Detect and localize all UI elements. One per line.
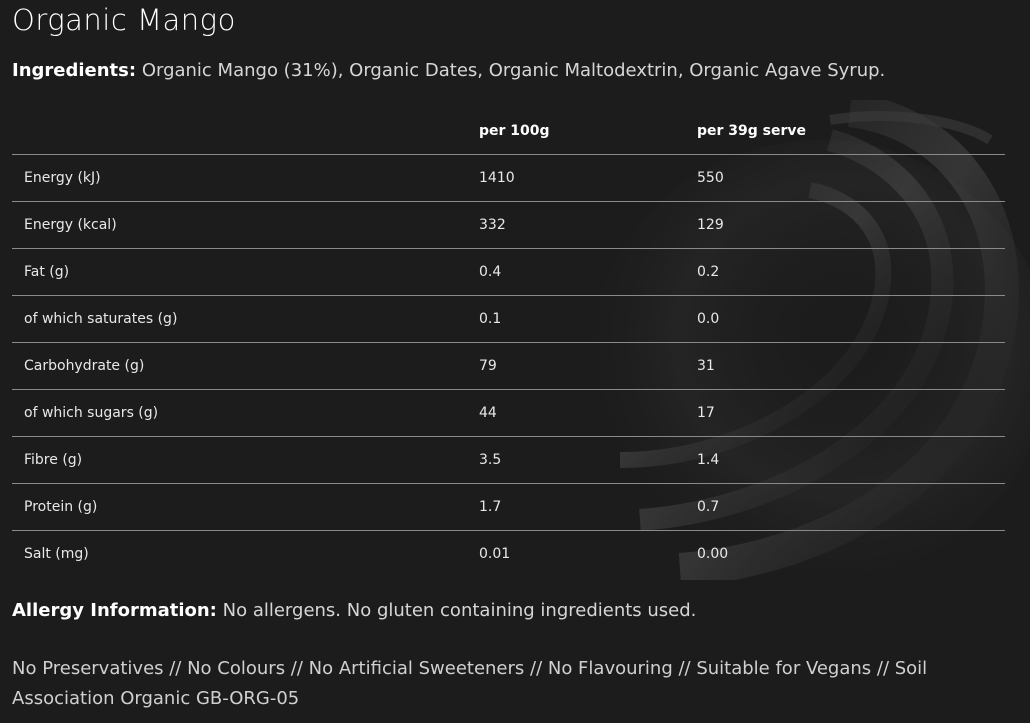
value-per-100g: 1.7 [467, 483, 685, 531]
value-per-100g: 332 [467, 201, 685, 249]
value-per-serve: 129 [685, 201, 1005, 249]
table-row: Fibre (g) 3.5 1.4 [12, 436, 1005, 484]
nutrition-header-row: per 100g per 39g serve [12, 108, 1005, 155]
product-claims: No Preservatives // No Colours // No Art… [12, 658, 928, 709]
value-per-100g: 44 [467, 389, 685, 437]
value-per-100g: 79 [467, 342, 685, 390]
value-per-serve: 0.2 [685, 248, 1005, 296]
nutrient-name: Energy (kJ) [12, 154, 467, 202]
product-title: Organic Mango [12, 3, 236, 37]
allergy-label: Allergy Information: [12, 600, 217, 621]
nutrient-name: Fibre (g) [12, 436, 467, 484]
nutrient-name: of which sugars (g) [12, 389, 467, 437]
ingredients-text: Organic Mango (31%), Organic Dates, Orga… [141, 60, 886, 81]
allergy-section: Allergy Information: No allergens. No gl… [12, 600, 696, 621]
allergy-text: No allergens. No gluten containing ingre… [222, 600, 697, 621]
nutrient-name: Carbohydrate (g) [12, 342, 467, 390]
value-per-serve: 31 [685, 342, 1005, 390]
table-row: of which saturates (g) 0.1 0.0 [12, 295, 1005, 343]
value-per-100g: 0.4 [467, 248, 685, 296]
table-row: Protein (g) 1.7 0.7 [12, 483, 1005, 531]
nutrient-name: Protein (g) [12, 483, 467, 531]
header-nutrient [12, 108, 467, 155]
table-row: Carbohydrate (g) 79 31 [12, 342, 1005, 390]
header-per-serve: per 39g serve [685, 108, 1005, 155]
table-row: Salt (mg) 0.01 0.00 [12, 531, 1005, 578]
table-row: Energy (kJ) 1410 550 [12, 154, 1005, 202]
value-per-serve: 550 [685, 154, 1005, 202]
value-per-100g: 0.1 [467, 295, 685, 343]
table-row: Energy (kcal) 332 129 [12, 201, 1005, 249]
nutrient-name: Energy (kcal) [12, 201, 467, 249]
value-per-serve: 0.00 [697, 546, 729, 562]
value-per-serve: 0.7 [685, 483, 1005, 531]
value-per-100g: 1410 [467, 154, 685, 202]
table-row: Fat (g) 0.4 0.2 [12, 248, 1005, 296]
value-per-100g: 0.01 [479, 546, 511, 562]
value-per-serve: 1.4 [685, 436, 1005, 484]
header-per-100g: per 100g [467, 108, 685, 155]
value-per-100g: 3.5 [467, 436, 685, 484]
ingredients-section: Ingredients: Organic Mango (31%), Organi… [12, 60, 885, 81]
nutrition-table: per 100g per 39g serve Energy (kJ) 1410 … [12, 108, 1005, 577]
nutrient-name: Fat (g) [12, 248, 467, 296]
table-row: of which sugars (g) 44 17 [12, 389, 1005, 437]
nutrient-name: Salt (mg) [24, 546, 89, 562]
value-per-serve: 17 [685, 389, 1005, 437]
ingredients-label: Ingredients: [12, 60, 137, 81]
value-per-serve: 0.0 [685, 295, 1005, 343]
nutrient-name: of which saturates (g) [12, 295, 467, 343]
